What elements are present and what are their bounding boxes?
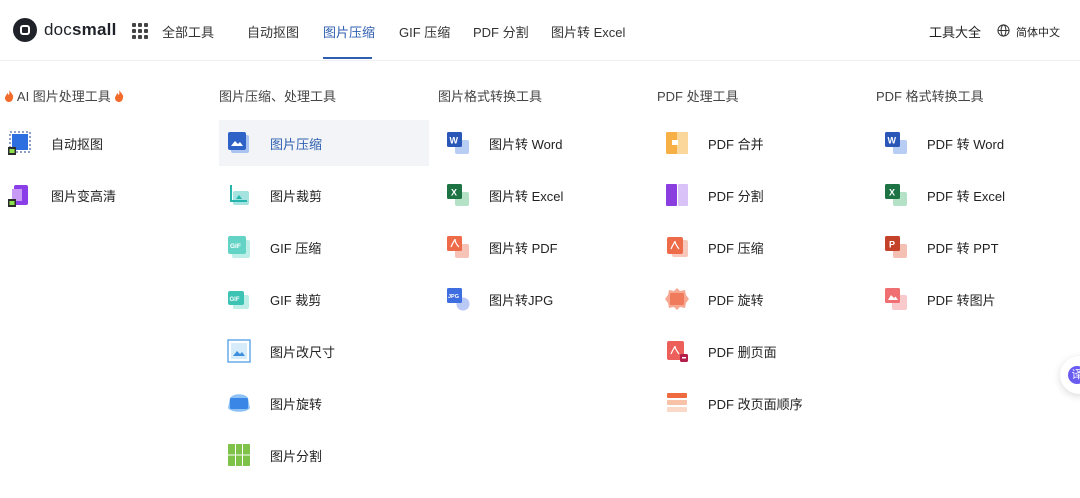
translate-float-button[interactable]: 译 [1060,356,1080,394]
menu-item-pdf-to-word[interactable]: W PDF 转 Word [876,120,1076,166]
globe-icon[interactable] [997,24,1010,37]
gif-compress-icon: GIF [228,236,250,258]
pdf-merge-icon [666,132,688,154]
image-to-word-icon: W [447,132,469,154]
svg-text:GIF: GIF [230,243,241,250]
nav-all-tools[interactable]: 全部工具 [162,22,214,41]
menu-item-pdf-to-image[interactable]: PDF 转图片 [876,276,1076,322]
column-title-image-convert: 图片格式转换工具 [438,89,543,104]
pdf-to-excel-icon: X [885,184,907,206]
pdf-to-ppt-icon: P [885,236,907,258]
image-resize-icon [227,339,251,363]
menu-item-pdf-to-excel[interactable]: X PDF 转 Excel [876,172,1076,218]
svg-text:X: X [451,188,457,198]
pdf-to-image-icon [885,288,907,310]
image-crop-icon [230,185,249,205]
docsmall-logo[interactable]: docsmall [13,18,117,42]
svg-text:P: P [889,240,895,250]
active-tab-indicator [323,57,372,59]
pdf-rotate-icon [665,288,689,310]
menu-item-gif-crop[interactable]: GIF GIF 裁剪 [219,276,429,322]
pdf-delete-pages-icon [667,341,688,362]
image-to-excel-icon: X [447,184,469,206]
svg-text:W: W [450,136,459,146]
svg-text:GIF: GIF [230,297,240,303]
nav-pdf-split[interactable]: PDF 分割 [473,22,529,41]
image-to-jpg-icon: JPG [447,288,470,311]
menu-item-ai-cutout[interactable]: 自动抠图 [8,120,208,166]
image-to-pdf-icon [447,236,469,258]
menu-item-ai-enhance[interactable]: 图片变高清 [8,172,208,218]
top-nav-bar: docsmall 全部工具 自动抠图 图片压缩 GIF 压缩 PDF 分割 图片… [0,0,1080,61]
menu-item-image-split[interactable]: 图片分割 [219,432,429,478]
menu-item-image-to-excel[interactable]: X 图片转 Excel [438,172,648,218]
svg-text:JPG: JPG [448,294,459,300]
menu-item-pdf-compress[interactable]: PDF 压缩 [657,224,867,270]
apps-grid-icon[interactable] [132,23,148,39]
menu-item-pdf-rotate[interactable]: PDF 旋转 [657,276,867,322]
pdf-to-word-icon: W [885,132,907,154]
column-title-image-tools: 图片压缩、处理工具 [219,89,337,104]
tools-hub-link[interactable]: 工具大全 [929,22,981,41]
nav-auto-cutout[interactable]: 自动抠图 [247,22,299,41]
fire-icon [5,90,14,102]
nav-gif-compress[interactable]: GIF 压缩 [399,22,450,41]
menu-item-pdf-delete-pages[interactable]: PDF 删页面 [657,328,867,374]
image-rotate-icon [228,394,250,412]
logo-text: docsmall [44,20,117,39]
translate-icon: 译 [1068,366,1080,384]
menu-item-pdf-to-ppt[interactable]: P PDF 转 PPT [876,224,1076,270]
pdf-compress-icon [667,237,688,257]
image-compress-icon [228,132,249,153]
pdf-reorder-icon [667,393,687,412]
ai-enhance-icon [8,185,28,207]
image-split-icon [228,444,250,466]
logo-mark-icon [13,18,37,42]
menu-item-gif-compress[interactable]: GIF GIF 压缩 [219,224,429,270]
column-title-pdf-tools: PDF 处理工具 [657,89,739,104]
ai-cutout-icon [8,131,31,155]
menu-item-image-to-word[interactable]: W 图片转 Word [438,120,648,166]
gif-crop-icon: GIF [228,291,249,309]
menu-item-pdf-split[interactable]: PDF 分割 [657,172,867,218]
column-title-ai: AI 图片处理工具 [4,86,124,105]
pdf-split-icon [666,184,688,206]
language-selector[interactable]: 简体中文 [1016,24,1060,40]
column-title-pdf-convert: PDF 格式转换工具 [876,89,984,104]
menu-item-image-compress[interactable]: 图片压缩 [219,120,429,166]
svg-text:W: W [888,136,897,146]
menu-item-image-resize[interactable]: 图片改尺寸 [219,328,429,374]
nav-image-to-excel[interactable]: 图片转 Excel [551,22,625,41]
menu-item-pdf-reorder[interactable]: PDF 改页面顺序 [657,380,867,426]
fire-icon [115,90,124,102]
nav-image-compress[interactable]: 图片压缩 [323,22,375,41]
menu-item-pdf-merge[interactable]: PDF 合并 [657,120,867,166]
menu-item-image-to-jpg[interactable]: JPG 图片转JPG [438,276,648,322]
svg-text:X: X [889,188,895,198]
menu-item-image-crop[interactable]: 图片裁剪 [219,172,429,218]
menu-item-image-to-pdf[interactable]: 图片转 PDF [438,224,648,270]
menu-item-image-rotate[interactable]: 图片旋转 [219,380,429,426]
